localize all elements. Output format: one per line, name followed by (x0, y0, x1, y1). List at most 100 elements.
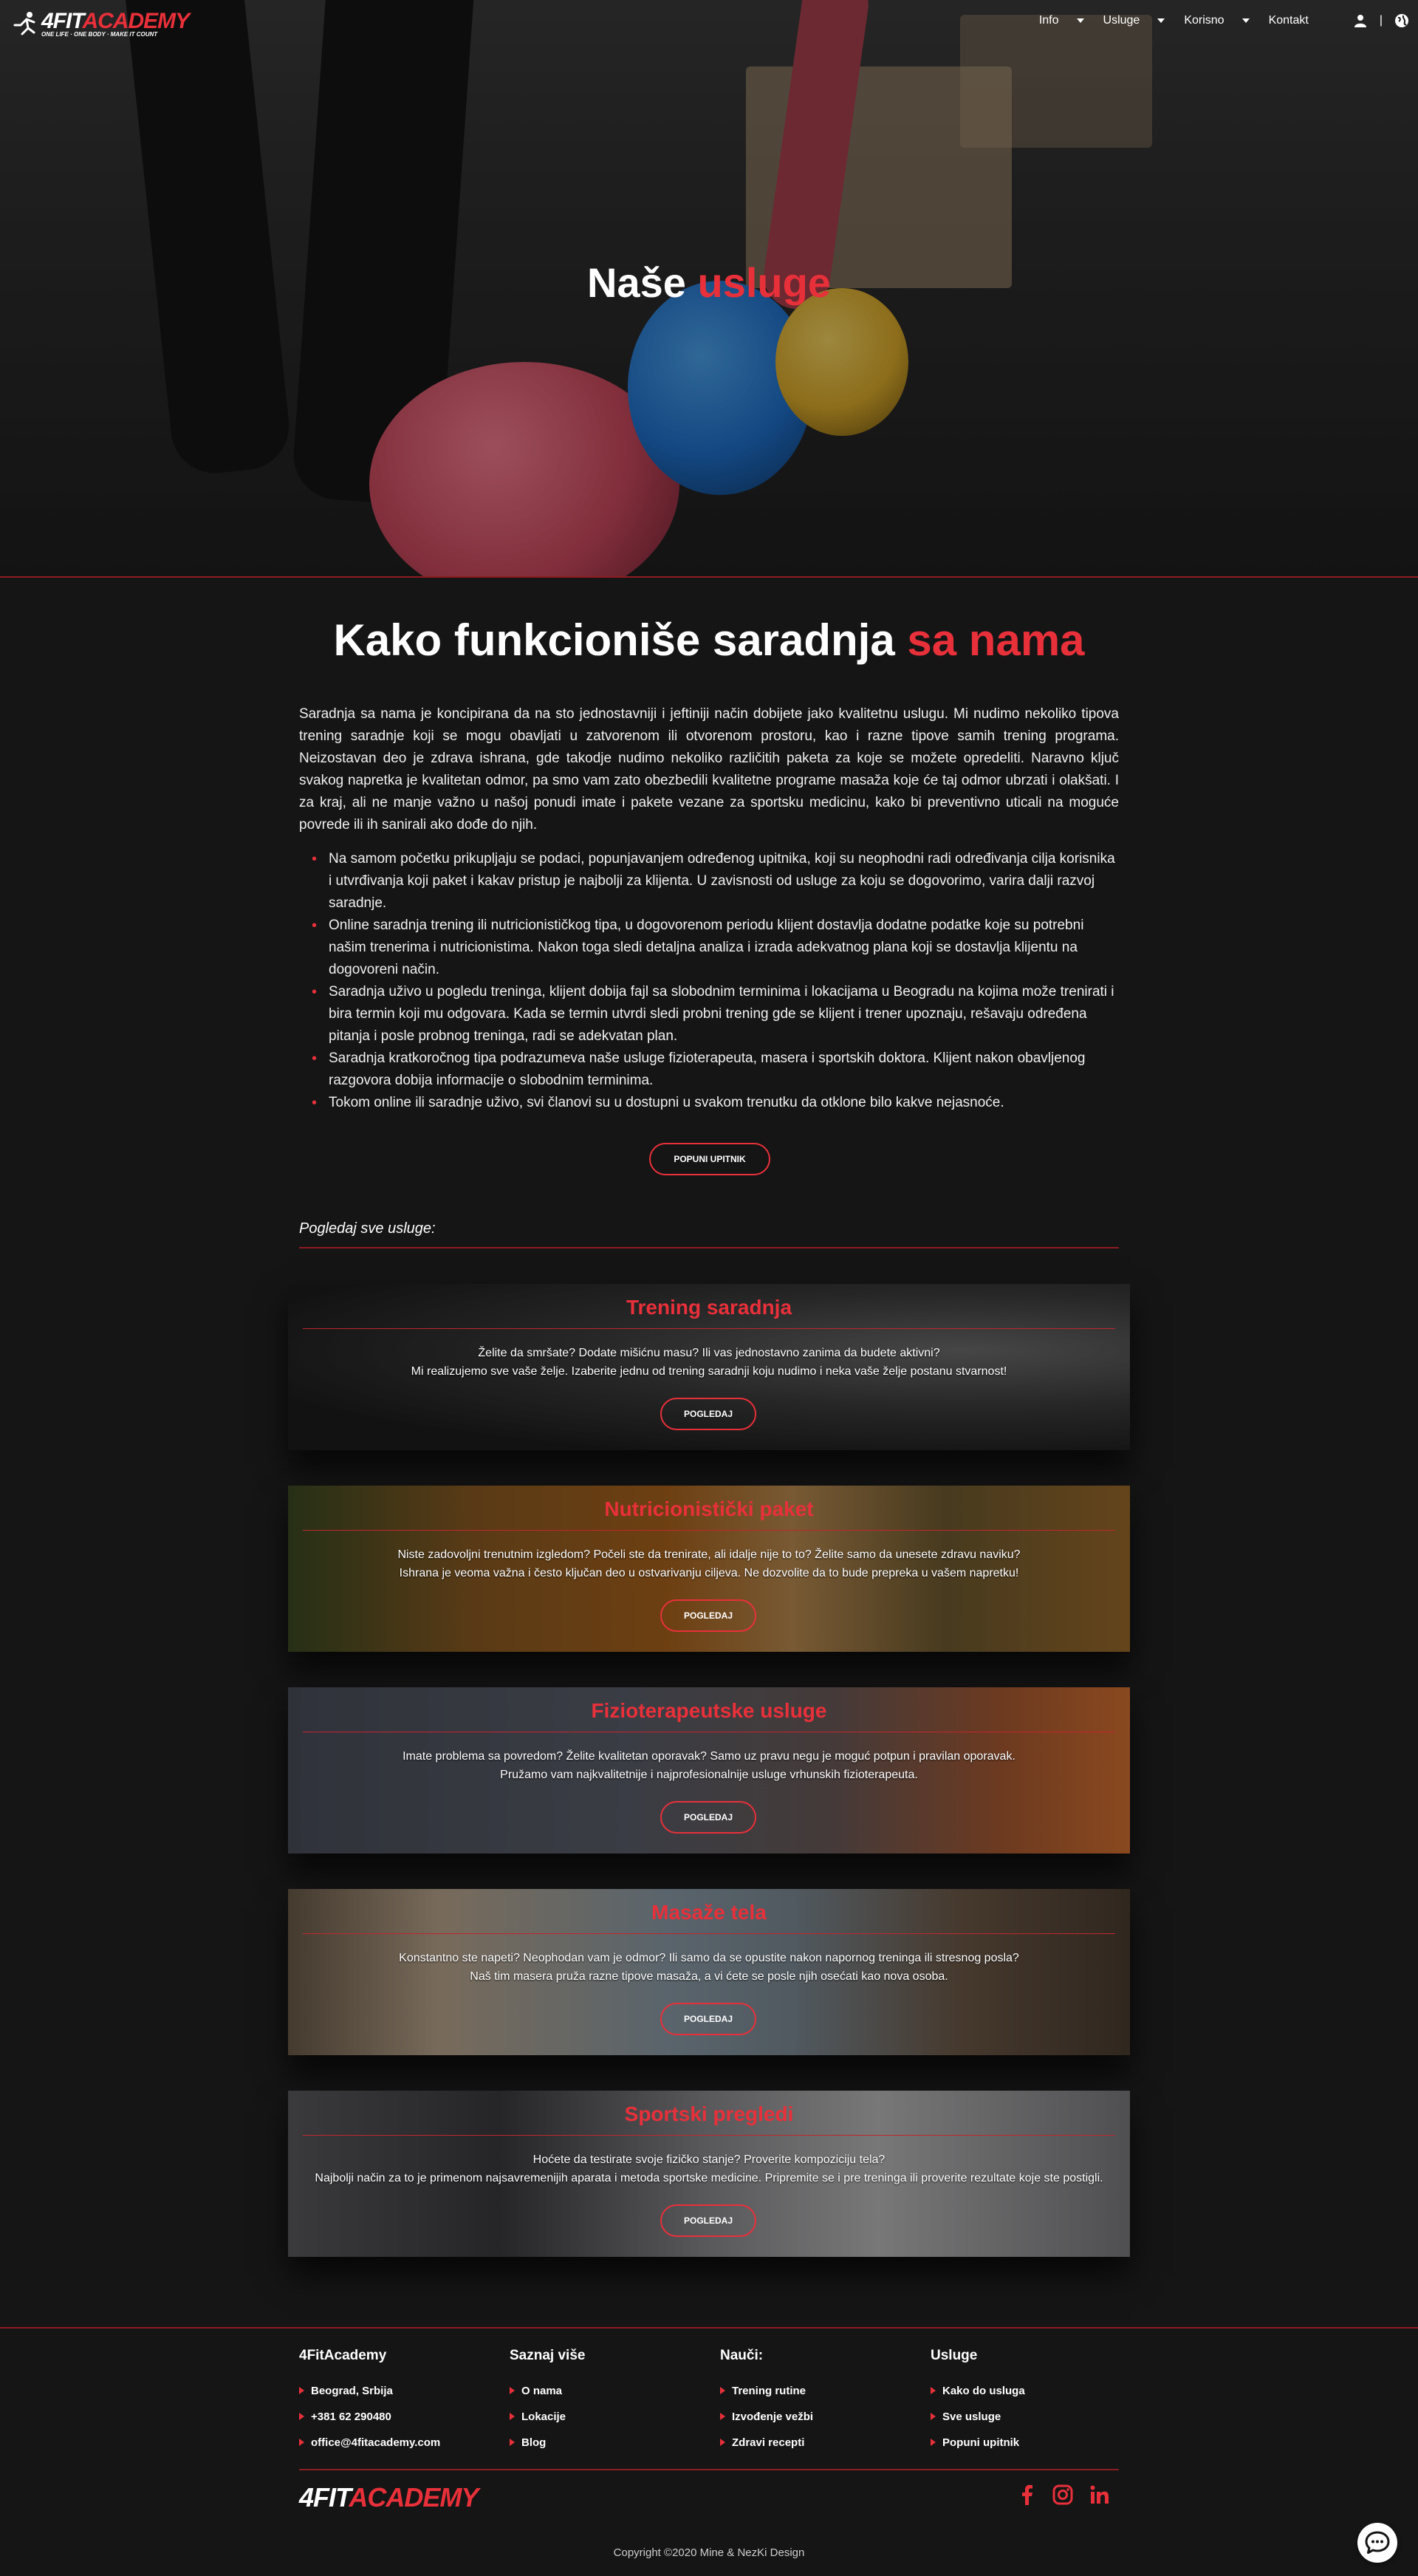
footer-link[interactable]: Popuni upitnik (931, 2436, 1025, 2449)
footer-column-title: 4FitAcademy (299, 2348, 387, 2363)
description-line: Naš tim masera pruža razne tipove masaža… (470, 1970, 948, 1983)
globe-icon (1395, 14, 1408, 27)
divider (299, 2469, 1119, 2470)
service-card-title: Fizioterapeutske usluge (591, 1699, 827, 1722)
service-card-title: Trening saradnja (626, 1296, 792, 1319)
service-card-description: Hoćete da testirate svoje fizičko stanje… (288, 2150, 1130, 2187)
footer-logo-part2: ACADEMY (349, 2482, 479, 2512)
list-item: Online saradnja trening ili nutricionist… (299, 915, 1119, 981)
service-card-masaze: Masaže tela Konstantno ste napeti? Neoph… (288, 1889, 1130, 2055)
fill-questionnaire-button[interactable]: POPUNI UPITNIK (649, 1143, 770, 1175)
divider (299, 1247, 1119, 1248)
section-title-part1: Kako funkcioniše saradnja (333, 615, 895, 665)
service-card-fizioterapeutske: Fizioterapeutske usluge Imate problema s… (288, 1687, 1130, 1854)
site-logo[interactable]: 4FITACADEMY ONE LIFE · ONE BODY · MAKE I… (12, 7, 190, 40)
description-line: Ishrana je veoma važna i često ključan d… (399, 1567, 1019, 1579)
user-account-button[interactable] (1353, 13, 1368, 28)
linkedin-icon[interactable] (1089, 2484, 1111, 2506)
description-line: Mi realizujemo sve vaše želje. Izaberite… (411, 1365, 1007, 1378)
runner-logo-icon (13, 12, 35, 35)
logo-wordmark: 4FITACADEMY (41, 9, 190, 34)
divider (303, 1933, 1115, 1934)
service-card-description: Niste zadovoljni trenutnim izgledom? Poč… (288, 1545, 1130, 1582)
nav-item-kontakt[interactable]: Kontakt (1269, 14, 1309, 27)
footer-link[interactable]: O nama (510, 2385, 585, 2397)
nav-item-usluge[interactable]: Usluge (1103, 14, 1165, 27)
footer-link[interactable]: Izvođenje vežbi (720, 2411, 813, 2423)
section-title-part2: sa nama (907, 615, 1085, 665)
list-item: Saradnja kratkoročnog tipa podrazumeva n… (299, 1048, 1119, 1092)
footer-link[interactable]: Sve usluge (931, 2411, 1025, 2423)
footer-address: Beograd, Srbija (299, 2385, 440, 2397)
footer-link[interactable]: Trening rutine (720, 2385, 813, 2397)
footer-column-contact: 4FitAcademy Beograd, Srbija +381 62 2904… (299, 2348, 440, 2462)
copyright-text: Copyright ©2020 Mine & NezKi Design (613, 2546, 805, 2559)
view-service-button[interactable]: POGLEDAJ (660, 1801, 756, 1834)
footer-column-title: Nauči: (720, 2348, 764, 2363)
chevron-down-icon (1241, 18, 1250, 23)
view-service-button[interactable]: POGLEDAJ (660, 2204, 756, 2237)
page-title-part1: Naše (587, 259, 686, 306)
nav-item-info[interactable]: Info (1039, 14, 1084, 27)
hero-banner: Naše usluge (0, 0, 1418, 578)
service-card-sportski-pregledi: Sportski pregledi Hoćete da testirate sv… (288, 2091, 1130, 2257)
service-card-description: Imate problema sa povredom? Želite kvali… (288, 1747, 1130, 1784)
user-icon (1354, 15, 1366, 27)
footer-column-learn: Nauči: Trening rutine Izvođenje vežbi Zd… (720, 2348, 813, 2462)
list-item: Saradnja uživo u pogledu treninga, klije… (299, 981, 1119, 1048)
description-line: Konstantno ste napeti? Neophodan vam je … (399, 1952, 1019, 1964)
description-line: Najbolji način za to je primenom najsavr… (315, 2172, 1103, 2184)
description-line: Hoćete da testirate svoje fizičko stanje… (532, 2153, 886, 2166)
view-service-button[interactable]: POGLEDAJ (660, 1599, 756, 1632)
footer-link[interactable]: Blog (510, 2436, 585, 2449)
section-title: Kako funkcioniše saradnja sa nama (0, 615, 1418, 666)
divider (303, 1328, 1115, 1329)
footer-logo[interactable]: 4FITACADEMY (299, 2482, 479, 2513)
service-card-title: Sportski pregledi (624, 2102, 794, 2125)
view-service-button[interactable]: POGLEDAJ (660, 1398, 756, 1430)
chat-bubble-icon (1365, 2531, 1390, 2554)
logo-part2: ACADEMY (82, 9, 190, 33)
instagram-icon[interactable] (1052, 2484, 1074, 2506)
page-title: Naše usluge (0, 259, 1418, 307)
nav-item-label: Kontakt (1268, 14, 1309, 27)
facebook-icon[interactable] (1016, 2484, 1038, 2506)
footer-link[interactable]: Kako do usluga (931, 2385, 1025, 2397)
nav-item-korisno[interactable]: Korisno (1184, 14, 1250, 27)
intro-paragraph: Saradnja sa nama je koncipirana da na st… (299, 706, 1119, 833)
divider (303, 2135, 1115, 2136)
service-card-trening: Trening saradnja Želite da smršate? Doda… (288, 1284, 1130, 1450)
footer-phone-link[interactable]: +381 62 290480 (299, 2411, 440, 2423)
chevron-down-icon (1076, 18, 1084, 23)
nav-item-label: Korisno (1184, 14, 1225, 27)
description-line: Imate problema sa povredom? Želite kvali… (403, 1750, 1015, 1763)
service-card-title: Masaže tela (651, 1901, 767, 1924)
nav-separator: | (1380, 14, 1383, 27)
nav-item-label: Info (1038, 14, 1059, 27)
nav-item-label: Usluge (1103, 14, 1140, 27)
footer-column-services: Usluge Kako do usluga Sve usluge Popuni … (931, 2348, 1025, 2462)
description-line: Niste zadovoljni trenutnim izgledom? Poč… (397, 1548, 1021, 1561)
description-line: Želite da smršate? Dodate mišićnu masu? … (478, 1347, 940, 1359)
chevron-down-icon (1157, 18, 1165, 23)
service-card-nutricionisticki: Nutricionistički paket Niste zadovoljni … (288, 1486, 1130, 1652)
footer-column-title: Usluge (931, 2348, 978, 2363)
language-button[interactable] (1394, 13, 1409, 28)
service-card-title: Nutricionistički paket (604, 1497, 814, 1520)
logo-part1: 4FIT (41, 9, 83, 33)
description-line: Pružamo vam najkvalitetnije i najprofesi… (500, 1769, 918, 1781)
chat-widget-button[interactable] (1357, 2523, 1397, 2563)
footer-link[interactable]: Zdravi recepti (720, 2436, 813, 2449)
footer-email-link[interactable]: office@4fitacademy.com (299, 2436, 440, 2449)
list-item: Na samom početku prikupljaju se podaci, … (299, 848, 1119, 915)
top-navigation: 4FITACADEMY ONE LIFE · ONE BODY · MAKE I… (0, 0, 1418, 46)
nav-menu: Info Usluge Korisno Kontakt | (1039, 13, 1418, 28)
service-card-description: Želite da smršate? Dodate mišićnu masu? … (288, 1344, 1130, 1381)
footer-column-learn-more: Saznaj više O nama Lokacije Blog (510, 2348, 585, 2462)
services-heading: Pogledaj sve usluge: (299, 1220, 436, 1237)
footer-link[interactable]: Lokacije (510, 2411, 585, 2423)
footer-column-title: Saznaj više (510, 2348, 586, 2363)
cooperation-steps: Na samom početku prikupljaju se podaci, … (299, 848, 1119, 1114)
page-title-part2: usluge (697, 259, 831, 306)
view-service-button[interactable]: POGLEDAJ (660, 2003, 756, 2035)
